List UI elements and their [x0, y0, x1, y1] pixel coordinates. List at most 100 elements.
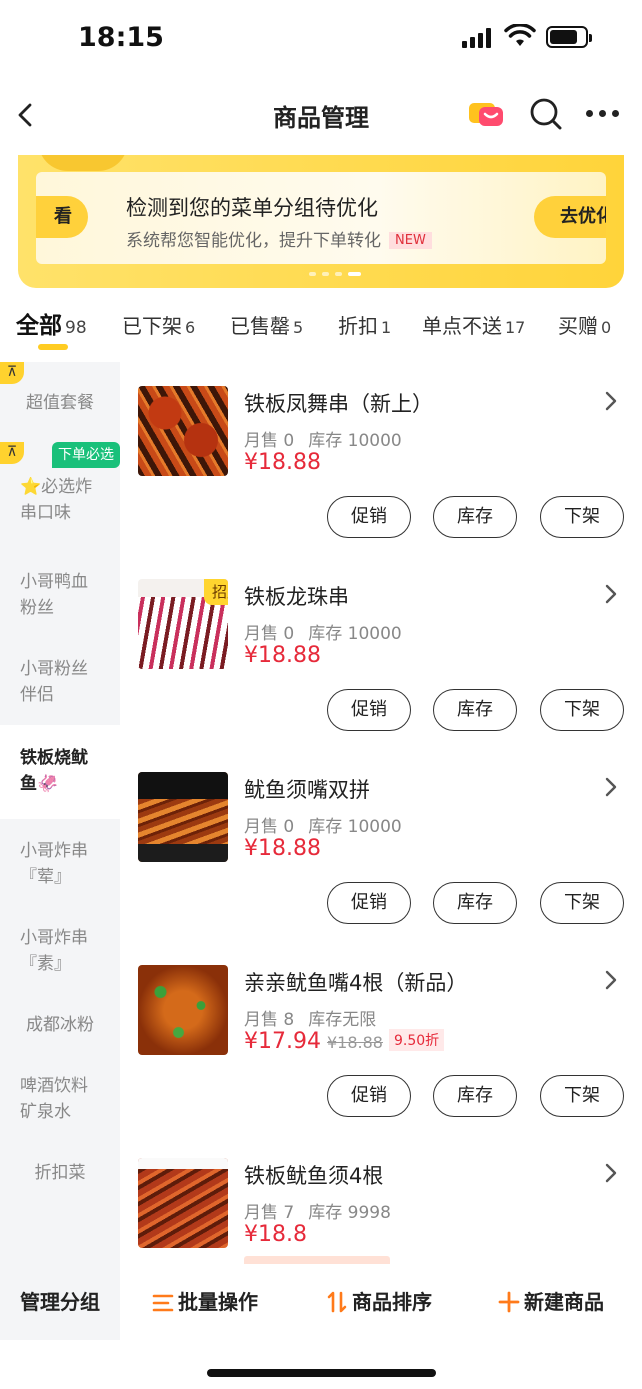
promo-button[interactable]: 促销	[327, 882, 411, 924]
bottom-toolbar: 管理分组 批量操作 商品排序 新建商品	[0, 1264, 642, 1340]
tab-all[interactable]: 全部 98	[16, 306, 87, 340]
sidebar-item-veg-skewers[interactable]: 小哥炸串 『素』	[0, 925, 120, 977]
batch-operation-label: 批量操作	[178, 1290, 258, 1314]
product-image	[138, 386, 228, 476]
sidebar-item-label-line2: 粉丝	[20, 598, 54, 618]
carousel-dots	[18, 272, 624, 276]
promo-button[interactable]: 促销	[327, 1075, 411, 1117]
banner-view-button[interactable]: 看	[36, 196, 88, 238]
chevron-right-icon[interactable]	[604, 1162, 618, 1184]
tab-count: 6	[185, 318, 196, 337]
sidebar-item-label-line1: 啤酒饮料	[20, 1076, 88, 1096]
pin-top-icon[interactable]: ⊼	[0, 442, 24, 464]
offshelf-button[interactable]: 下架	[540, 496, 624, 538]
sidebar-item-label-line1: 铁板烧鱿	[20, 748, 88, 768]
tab-label: 单点不送	[422, 314, 502, 338]
tab-no-delivery-single[interactable]: 单点不送 17	[422, 310, 525, 339]
product-name: 铁板龙珠串	[244, 585, 349, 609]
product-item[interactable]: 招牌 铁板龙珠串 月售 0 库存 10000 ¥18.88 促销 库存 下架	[120, 555, 642, 748]
product-item[interactable]: 铁板鱿鱼须4根 月售 7 库存 9998 ¥18.8	[120, 1134, 642, 1264]
offshelf-button[interactable]: 下架	[540, 882, 624, 924]
batch-operation-button[interactable]: 批量操作	[152, 1264, 258, 1340]
sidebar-item-ice-jelly[interactable]: 成都冰粉	[0, 1012, 120, 1042]
manage-group-button[interactable]: 管理分组	[0, 1264, 120, 1340]
sidebar-item-duck-blood[interactable]: 小哥鸭血 粉丝	[0, 569, 120, 621]
sidebar-item-label-line2: 鱼🦑	[20, 774, 59, 794]
sidebar-item-discount-dishes[interactable]: 折扣菜	[0, 1160, 120, 1190]
product-item[interactable]: 鱿鱼须嘴双拼 月售 0 库存 10000 ¥18.88 促销 库存 下架	[120, 748, 642, 941]
tab-offshelf[interactable]: 已下架 6	[122, 310, 195, 339]
home-indicator	[207, 1369, 436, 1377]
more-icon[interactable]	[586, 110, 619, 117]
stock-count: 库存 9998	[308, 1203, 391, 1223]
chevron-right-icon[interactable]	[604, 969, 618, 991]
monthly-sales: 月售 0	[244, 624, 295, 644]
status-tabs: 全部 98 已下架 6 已售罄 5 折扣 1 单点不送 17 买赠 0	[0, 300, 642, 356]
product-name: 亲亲鱿鱼嘴4根（新品）	[244, 971, 468, 995]
sidebar-item-meat-skewers[interactable]: 小哥炸串 『荤』	[0, 838, 120, 890]
chevron-right-icon[interactable]	[604, 583, 618, 605]
status-time: 18:15	[78, 22, 164, 53]
product-item[interactable]: 铁板凤舞串（新上） 月售 0 库存 10000 ¥18.88 促销 库存 下架	[120, 362, 642, 555]
stock-button[interactable]: 库存	[433, 882, 517, 924]
discount-badge: 9.50折	[388, 1029, 445, 1051]
product-name: 铁板凤舞串（新上）	[244, 392, 433, 416]
chevron-right-icon[interactable]	[604, 776, 618, 798]
tab-label: 折扣	[338, 314, 378, 338]
sidebar-item-label-line1: ⭐必选炸	[20, 477, 93, 497]
stock-button[interactable]: 库存	[433, 1075, 517, 1117]
product-sort-button[interactable]: 商品排序	[326, 1264, 432, 1340]
stock-button[interactable]: 库存	[433, 496, 517, 538]
search-icon[interactable]	[528, 96, 564, 132]
banner-decoration	[38, 155, 128, 171]
product-image: 招牌	[138, 579, 228, 669]
tab-buy-gift[interactable]: 买赠 0	[558, 310, 611, 339]
product-price-row: ¥17.94 ¥18.88 9.50折	[244, 1029, 445, 1054]
new-badge: NEW	[389, 232, 432, 249]
pin-top-icon[interactable]: ⊼	[0, 362, 24, 384]
new-product-label: 新建商品	[524, 1290, 604, 1314]
sidebar-item-label: 超值套餐	[26, 393, 94, 413]
tab-soldout[interactable]: 已售罄 5	[230, 310, 303, 339]
original-price: ¥18.88	[326, 1033, 383, 1052]
product-image	[138, 772, 228, 862]
nav-bar: 商品管理	[0, 80, 642, 150]
tab-discount[interactable]: 折扣 1	[338, 310, 391, 339]
product-price: ¥18.8	[244, 1222, 307, 1247]
offshelf-button[interactable]: 下架	[540, 1075, 624, 1117]
signal-icon	[462, 28, 491, 48]
customer-service-icon[interactable]	[468, 100, 504, 128]
product-meta: 月售 7 库存 9998	[244, 1198, 391, 1223]
new-product-button[interactable]: 新建商品	[498, 1264, 604, 1340]
required-tag: 下单必选	[52, 442, 120, 468]
category-sidebar: ⊼ 超值套餐 ⊼ 下单必选 ⭐必选炸 串口味 小哥鸭血 粉丝 小哥粉丝 伴侣 铁…	[0, 362, 120, 1264]
tab-count: 5	[293, 318, 304, 337]
optimization-banner[interactable]: 看 检测到您的菜单分组待优化 系统帮您智能优化，提升下单转化 NEW 去优化	[18, 155, 624, 288]
stock-button[interactable]: 库存	[433, 689, 517, 731]
product-price: ¥17.94	[244, 1029, 321, 1054]
product-meta: 月售 0 库存 10000	[244, 426, 402, 451]
tab-count: 98	[65, 318, 87, 338]
stock-count: 库存无限	[308, 1010, 377, 1030]
product-price: ¥18.88	[244, 450, 321, 475]
tab-label: 全部	[16, 313, 62, 339]
sidebar-item-required-flavor[interactable]: ⭐必选炸 串口味	[0, 474, 120, 526]
product-price: ¥18.88	[244, 643, 321, 668]
product-name: 鱿鱼须嘴双拼	[244, 778, 370, 802]
banner-card: 看 检测到您的菜单分组待优化 系统帮您智能优化，提升下单转化 NEW 去优化	[36, 172, 606, 264]
promo-button[interactable]: 促销	[327, 496, 411, 538]
chevron-right-icon[interactable]	[604, 390, 618, 412]
product-item[interactable]: 亲亲鱿鱼嘴4根（新品） 月售 8 库存无限 ¥17.94 ¥18.88 9.50折 促…	[120, 941, 642, 1134]
tab-label: 已售罄	[230, 314, 290, 338]
sidebar-item-vermicelli-companion[interactable]: 小哥粉丝 伴侣	[0, 656, 120, 708]
sidebar-item-value-set[interactable]: 超值套餐	[0, 390, 120, 420]
sidebar-item-label-line1: 小哥鸭血	[20, 572, 88, 592]
sidebar-item-squid[interactable]: 铁板烧鱿 鱼🦑	[0, 725, 120, 819]
sidebar-item-label-line2: 矿泉水	[20, 1102, 71, 1122]
sidebar-item-drinks[interactable]: 啤酒饮料 矿泉水	[0, 1073, 120, 1125]
banner-optimize-button[interactable]: 去优化	[534, 196, 606, 238]
sidebar-item-label-line2: 『素』	[20, 954, 71, 974]
promo-button[interactable]: 促销	[327, 689, 411, 731]
offshelf-button[interactable]: 下架	[540, 689, 624, 731]
monthly-sales: 月售 7	[244, 1203, 295, 1223]
